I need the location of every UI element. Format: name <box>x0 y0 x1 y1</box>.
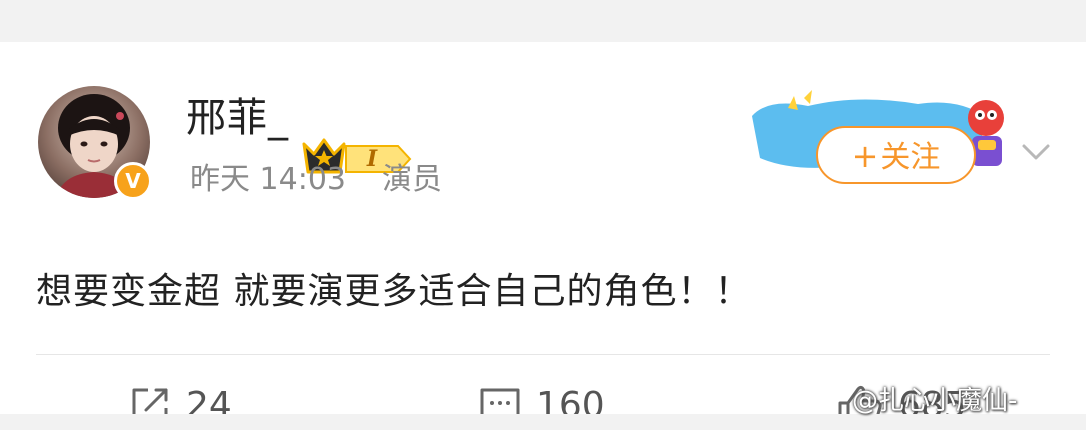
post-time: 昨天 14:03 <box>190 162 346 197</box>
author-role: 演员 <box>382 162 442 197</box>
plus-icon: + <box>851 137 879 175</box>
vip-level-text: I <box>366 146 378 172</box>
weibo-post-card: V 邢菲_ I 昨天 14:03 演员 +关注 想要变金超 就要演更多适合自己的… <box>0 42 1086 427</box>
follow-label: 关注 <box>880 140 941 175</box>
post-content: 想要变金超 就要演更多适合自己的角色！！ <box>36 271 752 312</box>
divider <box>36 354 1050 355</box>
username[interactable]: 邢菲_ <box>186 94 289 142</box>
feed-gap-top <box>0 0 1086 42</box>
chevron-down-icon[interactable] <box>1020 140 1052 164</box>
follow-button[interactable]: +关注 <box>816 126 976 184</box>
watermark: @扎心小魔仙- <box>852 386 1018 416</box>
verified-badge: V <box>114 162 152 200</box>
